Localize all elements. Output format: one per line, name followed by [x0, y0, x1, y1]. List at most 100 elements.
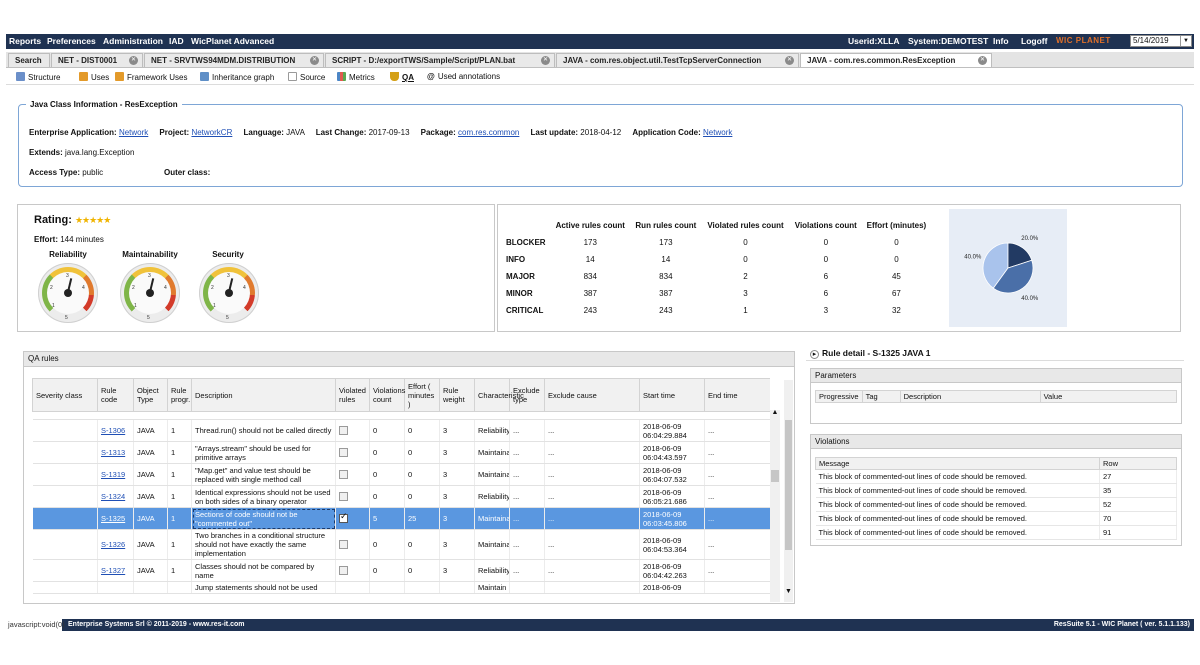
qa-header-cell[interactable]: Description: [191, 378, 336, 412]
subnav-label: Inheritance graph: [212, 73, 275, 82]
rule-code-link[interactable]: S-1324: [101, 492, 125, 501]
scroll-down-icon[interactable]: ▼: [784, 588, 793, 598]
menu-info[interactable]: Info: [993, 36, 1009, 46]
package-link[interactable]: com.res.common: [458, 128, 519, 137]
qa-header-cell[interactable]: Violated rules: [335, 378, 370, 412]
table-row[interactable]: This block of commented-out lines of cod…: [815, 525, 1177, 540]
violated-checkbox[interactable]: [339, 426, 348, 436]
subnav-inheritance-graph[interactable]: Inheritance graph: [200, 72, 274, 82]
qa-header-cell[interactable]: Severity class: [32, 378, 98, 412]
subnav-uses[interactable]: Uses: [79, 72, 109, 82]
at-icon: @: [427, 72, 435, 81]
extends-label: Extends:: [29, 148, 63, 157]
rule-code-link[interactable]: S-1325: [101, 514, 125, 523]
qa-header-cell[interactable]: Object Type: [133, 378, 168, 412]
qa-header-cell[interactable]: Rule weight: [439, 378, 475, 412]
rule-code-link[interactable]: S-1306: [101, 426, 125, 435]
table-row[interactable]: This block of commented-out lines of cod…: [815, 469, 1177, 484]
rule-code-cell: S-1313: [97, 441, 134, 464]
violated-checkbox[interactable]: [339, 540, 348, 550]
close-icon[interactable]: ✕: [978, 56, 987, 65]
menu-reports[interactable]: Reports: [9, 36, 41, 46]
rule-detail-header[interactable]: ▸ Rule detail - S-1325 JAVA 1: [806, 346, 1184, 361]
table-row[interactable]: This block of commented-out lines of cod…: [815, 511, 1177, 526]
description-cell: Sections of code should not be "commente…: [191, 507, 336, 530]
table-row[interactable]: S-1325 JAVA 1 Sections of code should not b…: [32, 507, 770, 530]
tab-search[interactable]: Search: [8, 53, 50, 67]
outer-scroll-thumb[interactable]: [785, 420, 792, 550]
menu-logoff[interactable]: Logoff: [1021, 36, 1047, 46]
parameters-panel: Parameters Progressive Tag Description V…: [810, 368, 1182, 424]
table-row[interactable]: S-1313 JAVA 1 "Arrays.stream" should be use…: [32, 441, 770, 464]
violated-checkbox[interactable]: [339, 492, 348, 502]
tab-script-plan[interactable]: SCRIPT - D:/exportTWS/Sample/Script/PLAN…: [325, 53, 555, 67]
tab-java-resexception[interactable]: JAVA - com.res.common.ResException ✕: [800, 53, 992, 67]
scroll-thumb[interactable]: [771, 470, 779, 482]
enterprise-app-link[interactable]: Network: [119, 128, 148, 137]
menu-preferences[interactable]: Preferences: [47, 36, 96, 46]
violations-count-cell: 0: [369, 441, 405, 464]
gauge-tick: 5: [65, 315, 68, 321]
tab-java-testtcp[interactable]: JAVA - com.res.object.util.TestTcpServer…: [556, 53, 799, 67]
qa-header-cell[interactable]: Rule code: [97, 378, 134, 412]
close-icon[interactable]: ✕: [129, 56, 138, 65]
characteristic-cell: Reliability: [474, 559, 510, 582]
close-icon[interactable]: ✕: [310, 56, 319, 65]
qa-header-cell[interactable]: Characteristic: [474, 378, 524, 412]
subnav-source[interactable]: Source: [288, 72, 325, 82]
menu-iad[interactable]: IAD: [169, 36, 184, 46]
object-type-cell: JAVA: [133, 419, 168, 442]
characteristic-cell: Maintainability: [474, 529, 510, 560]
violation-message: This block of commented-out lines of cod…: [815, 469, 1100, 484]
rule-code-link[interactable]: S-1327: [101, 566, 125, 575]
violated-checkbox[interactable]: [339, 470, 348, 480]
table-row[interactable]: This block of commented-out lines of cod…: [815, 483, 1177, 498]
project-link[interactable]: NetworkCR: [191, 128, 232, 137]
app-code-link[interactable]: Network: [703, 128, 732, 137]
qa-header-cell[interactable]: Violations count: [369, 378, 405, 412]
severity-cell: CRITICAL: [506, 306, 544, 315]
effort-value: 144 minutes: [60, 235, 104, 244]
subnav-metrics[interactable]: Metrics: [337, 72, 375, 82]
rule-code-link[interactable]: S-1313: [101, 448, 125, 457]
close-icon[interactable]: ✕: [785, 56, 794, 65]
qa-header-cell[interactable]: Exclude cause: [544, 378, 640, 412]
tab-label: JAVA - com.res.object.util.TestTcpServer…: [563, 56, 762, 65]
subnav-framework-uses[interactable]: Framework Uses: [115, 72, 187, 82]
subnav-qa[interactable]: QA: [390, 72, 414, 82]
qa-header-cell[interactable]: End time: [704, 378, 770, 412]
subnav-label: Uses: [91, 73, 110, 82]
table-row[interactable]: S-1319 JAVA 1 "Map.get" and value test shou…: [32, 463, 770, 486]
tab-net-dist0001[interactable]: NET - DIST0001 ✕: [51, 53, 143, 67]
footer-bar: Enterprise Systems Srl © 2011-2019 - www…: [6, 619, 1194, 631]
date-select[interactable]: 5/14/2019 ▼: [1130, 35, 1192, 47]
table-row[interactable]: S-1326 JAVA 1 Two branches in a conditional…: [32, 529, 770, 560]
subnav-used-annotations[interactable]: @ Used annotations: [427, 72, 500, 81]
qa-outer-scrollbar[interactable]: ▼: [784, 380, 793, 602]
table-row[interactable]: S-1324 JAVA 1 Identical expressions should …: [32, 485, 770, 508]
menu-wicplanet-advanced[interactable]: WicPlanet Advanced: [191, 36, 274, 46]
qa-header-cell[interactable]: Effort ( minutes ): [404, 378, 440, 412]
table-row[interactable]: S-1327 JAVA 1 Classes should not be compare…: [32, 559, 770, 582]
rule-code-link[interactable]: S-1319: [101, 470, 125, 479]
collapse-icon[interactable]: ▸: [810, 350, 819, 359]
subnav-structure[interactable]: Structure: [16, 72, 60, 82]
scroll-up-icon[interactable]: ▲: [770, 409, 780, 419]
menu-administration[interactable]: Administration: [103, 36, 163, 46]
chevron-down-icon[interactable]: ▼: [1180, 36, 1191, 46]
violated-checkbox[interactable]: [339, 512, 348, 524]
violated-checkbox[interactable]: [339, 566, 348, 576]
qa-scrollbar[interactable]: ▲: [770, 409, 780, 602]
rule-code-link[interactable]: S-1326: [101, 540, 125, 549]
table-row[interactable]: Jump statements should not be used Mainta…: [32, 581, 770, 594]
tab-net-srvtws[interactable]: NET - SRVTWS94MDM.DISTRIBUTION ✕: [144, 53, 324, 67]
browser-status: javascript:void(0): [6, 619, 65, 631]
violated-checkbox[interactable]: [339, 448, 348, 458]
close-icon[interactable]: ✕: [541, 56, 550, 65]
characteristic-cell: Maintainability: [474, 507, 510, 530]
qa-header-cell[interactable]: Start time: [639, 378, 705, 412]
qa-header-cell[interactable]: Exclude type: [509, 378, 545, 412]
qa-header-cell[interactable]: Rule progr.: [167, 378, 192, 412]
table-row[interactable]: S-1306 JAVA 1 Thread.run() should not be ca…: [32, 419, 770, 442]
table-row[interactable]: This block of commented-out lines of cod…: [815, 497, 1177, 512]
